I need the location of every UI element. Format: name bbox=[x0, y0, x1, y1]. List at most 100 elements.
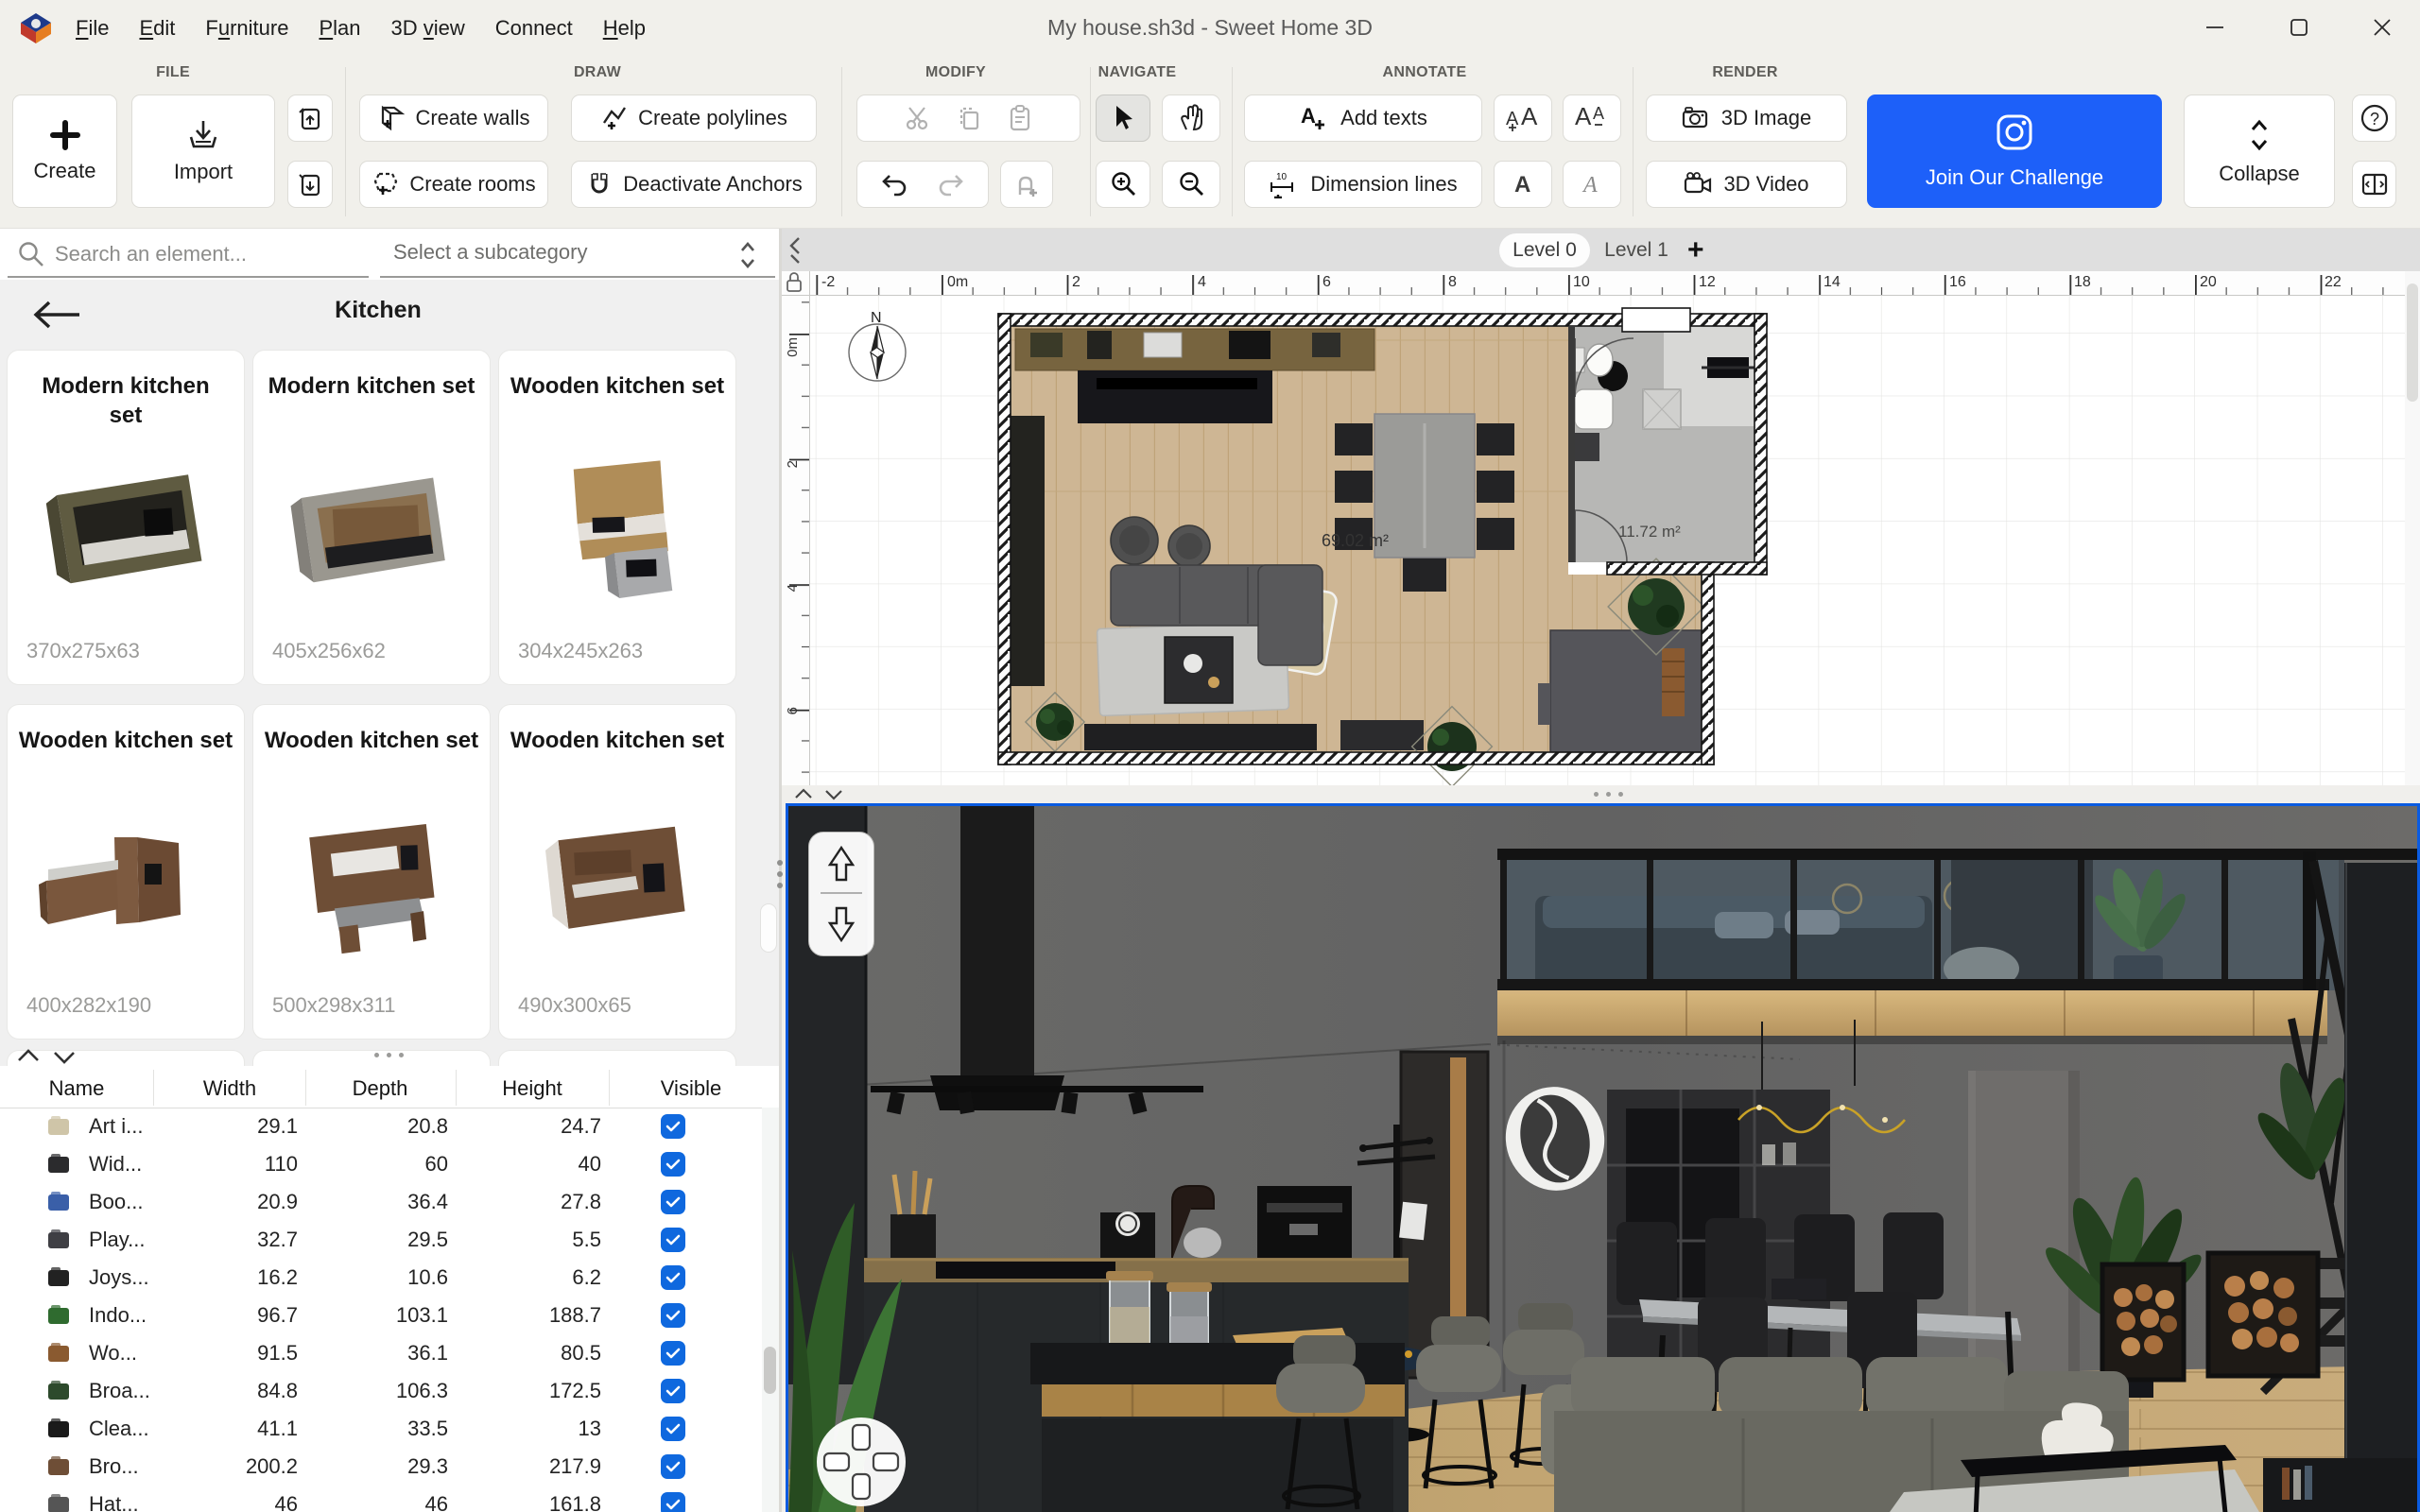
move-up-icon[interactable] bbox=[830, 848, 853, 880]
join-challenge-button[interactable]: Join Our Challenge bbox=[1867, 94, 2162, 208]
search-input[interactable] bbox=[55, 236, 357, 272]
dimension-lines-button[interactable]: 10 Dimension lines bbox=[1244, 161, 1482, 208]
plan-coffee-table[interactable] bbox=[1165, 637, 1233, 703]
create-walls-button[interactable]: Create walls bbox=[359, 94, 548, 142]
redo-icon[interactable] bbox=[935, 170, 965, 198]
toggle-panels-button[interactable] bbox=[2352, 161, 2396, 208]
furniture-row[interactable]: Joys... 16.2 10.6 6.2 bbox=[0, 1259, 762, 1297]
furniture-row[interactable]: Indo... 96.7 103.1 188.7 bbox=[0, 1297, 762, 1334]
dpad-left-icon[interactable] bbox=[824, 1453, 849, 1470]
cut-icon[interactable] bbox=[904, 104, 932, 132]
splitter-handle[interactable] bbox=[1594, 792, 1623, 797]
visible-checkbox[interactable] bbox=[661, 1379, 685, 1403]
undo-icon[interactable] bbox=[880, 170, 910, 198]
add-furniture-button[interactable] bbox=[1000, 161, 1053, 208]
visible-checkbox[interactable] bbox=[661, 1265, 685, 1290]
help-button[interactable]: ? bbox=[2352, 94, 2396, 142]
column-header-height[interactable]: Height bbox=[475, 1072, 590, 1106]
decrease-text-size-button[interactable]: AA bbox=[1563, 94, 1621, 142]
zoom-out-button[interactable] bbox=[1162, 161, 1220, 208]
column-header-name[interactable]: Name bbox=[19, 1072, 134, 1106]
dpad-control[interactable] bbox=[817, 1418, 906, 1506]
add-level-button[interactable]: + bbox=[1687, 230, 1704, 271]
deactivate-anchors-button[interactable]: Deactivate Anchors bbox=[571, 161, 817, 208]
create-3d-video-button[interactable]: 3D Video bbox=[1646, 161, 1847, 208]
maximize-button[interactable] bbox=[2277, 7, 2321, 48]
minimize-button[interactable] bbox=[2193, 7, 2237, 48]
plan-view[interactable]: 69.02 m² 11.72 m² N -2 0m 2 4 6 8 10 12 … bbox=[782, 271, 2420, 785]
paste-icon[interactable] bbox=[1006, 104, 1034, 132]
furniture-row[interactable]: Clea... 41.1 33.5 13 bbox=[0, 1410, 762, 1448]
catalog-splitter-handle[interactable] bbox=[374, 1053, 404, 1057]
column-header-visible[interactable]: Visible bbox=[633, 1072, 749, 1106]
visible-checkbox[interactable] bbox=[661, 1454, 685, 1479]
catalog-item-card[interactable]: Modern kitchen set 405x256x62 bbox=[253, 351, 490, 684]
visible-checkbox[interactable] bbox=[661, 1114, 685, 1139]
catalog-item-card-partial[interactable] bbox=[253, 1051, 490, 1066]
plan-stairs[interactable] bbox=[1538, 630, 1702, 752]
catalog-item-card[interactable]: Wooden kitchen set 490x300x65 bbox=[499, 705, 735, 1039]
plan-scrollbar-thumb[interactable] bbox=[2407, 284, 2418, 402]
visible-checkbox[interactable] bbox=[661, 1417, 685, 1441]
catalog-item-card-partial[interactable] bbox=[499, 1051, 735, 1066]
visible-checkbox[interactable] bbox=[661, 1190, 685, 1214]
dpad-down-icon[interactable] bbox=[853, 1474, 870, 1499]
plan-3d-splitter[interactable] bbox=[782, 785, 2420, 803]
italic-button[interactable]: A bbox=[1563, 161, 1621, 208]
create-3d-image-button[interactable]: 3D Image bbox=[1646, 94, 1847, 142]
visible-checkbox[interactable] bbox=[661, 1303, 685, 1328]
furniture-row[interactable]: Bro... 200.2 29.3 217.9 bbox=[0, 1448, 762, 1486]
import-button[interactable]: Import bbox=[131, 94, 275, 208]
increase-text-size-button[interactable]: AA bbox=[1494, 94, 1552, 142]
catalog-scrollbar-thumb[interactable] bbox=[760, 903, 777, 953]
copy-icon[interactable] bbox=[955, 104, 983, 132]
catalog-item-card[interactable]: Wooden kitchen set 304x245x263 bbox=[499, 351, 735, 684]
plan-entrance-door[interactable] bbox=[1622, 308, 1690, 332]
furniture-row[interactable]: Boo... 20.9 36.4 27.8 bbox=[0, 1183, 762, 1221]
catalog-item-card[interactable]: Wooden kitchen set 500x298x311 bbox=[253, 705, 490, 1039]
close-button[interactable] bbox=[2360, 7, 2404, 48]
create-polylines-button[interactable]: Create polylines bbox=[571, 94, 817, 142]
column-header-width[interactable]: Width bbox=[172, 1072, 287, 1106]
move-down-icon[interactable] bbox=[830, 908, 853, 940]
plan-scrollbar[interactable] bbox=[2405, 271, 2420, 785]
furniture-list-scrollbar[interactable] bbox=[762, 1108, 779, 1512]
catalog-item-card[interactable]: Modern kitchen set 370x275x63 bbox=[8, 351, 244, 684]
export-library-button[interactable] bbox=[287, 161, 333, 208]
add-texts-button[interactable]: A Add texts bbox=[1244, 94, 1482, 142]
furniture-row[interactable]: Art i... 29.1 20.8 24.7 bbox=[0, 1108, 762, 1145]
import-library-button[interactable] bbox=[287, 94, 333, 142]
column-header-depth[interactable]: Depth bbox=[322, 1072, 438, 1106]
visible-checkbox[interactable] bbox=[661, 1152, 685, 1177]
select-tool-button[interactable] bbox=[1096, 94, 1150, 142]
furniture-row[interactable]: Broa... 84.8 106.3 172.5 bbox=[0, 1372, 762, 1410]
subcategory-stepper-icon[interactable] bbox=[734, 238, 762, 272]
plan-tall-cabinet[interactable] bbox=[1011, 416, 1045, 686]
dpad-right-icon[interactable] bbox=[873, 1453, 898, 1470]
furniture-row[interactable]: Play... 32.7 29.5 5.5 bbox=[0, 1221, 762, 1259]
collapse-button[interactable]: Collapse bbox=[2184, 94, 2335, 208]
catalog-collapse-left-icon[interactable] bbox=[786, 234, 804, 266]
tab-level-0[interactable]: Level 0 bbox=[1499, 233, 1590, 267]
furniture-row[interactable]: Wid... 110 60 40 bbox=[0, 1145, 762, 1183]
subcategory-select[interactable]: Select a subcategory bbox=[393, 240, 587, 265]
create-button[interactable]: Create bbox=[12, 94, 117, 208]
visible-checkbox[interactable] bbox=[661, 1228, 685, 1252]
catalog-collapse-arrows[interactable] bbox=[13, 1047, 89, 1066]
elevation-control[interactable] bbox=[808, 832, 874, 956]
plan-kitchen-counter[interactable] bbox=[1015, 329, 1374, 370]
bold-button[interactable]: A bbox=[1494, 161, 1552, 208]
dpad-up-icon[interactable] bbox=[853, 1425, 870, 1450]
pan-tool-button[interactable] bbox=[1162, 94, 1220, 142]
splitter-collapse-arrows[interactable] bbox=[792, 787, 853, 801]
visible-checkbox[interactable] bbox=[661, 1341, 685, 1366]
furniture-row[interactable]: Hat... 46 46 161.8 bbox=[0, 1486, 762, 1512]
visible-checkbox[interactable] bbox=[661, 1492, 685, 1512]
furniture-row[interactable]: Wo... 91.5 36.1 80.5 bbox=[0, 1334, 762, 1372]
plan-tv-unit[interactable] bbox=[1084, 720, 1424, 750]
create-rooms-button[interactable]: Create rooms bbox=[359, 161, 548, 208]
zoom-in-button[interactable] bbox=[1096, 161, 1150, 208]
catalog-item-card[interactable]: Wooden kitchen set 400x282x190 bbox=[8, 705, 244, 1039]
tab-level-1[interactable]: Level 1 bbox=[1600, 233, 1672, 267]
view-3d[interactable] bbox=[786, 803, 2420, 1512]
